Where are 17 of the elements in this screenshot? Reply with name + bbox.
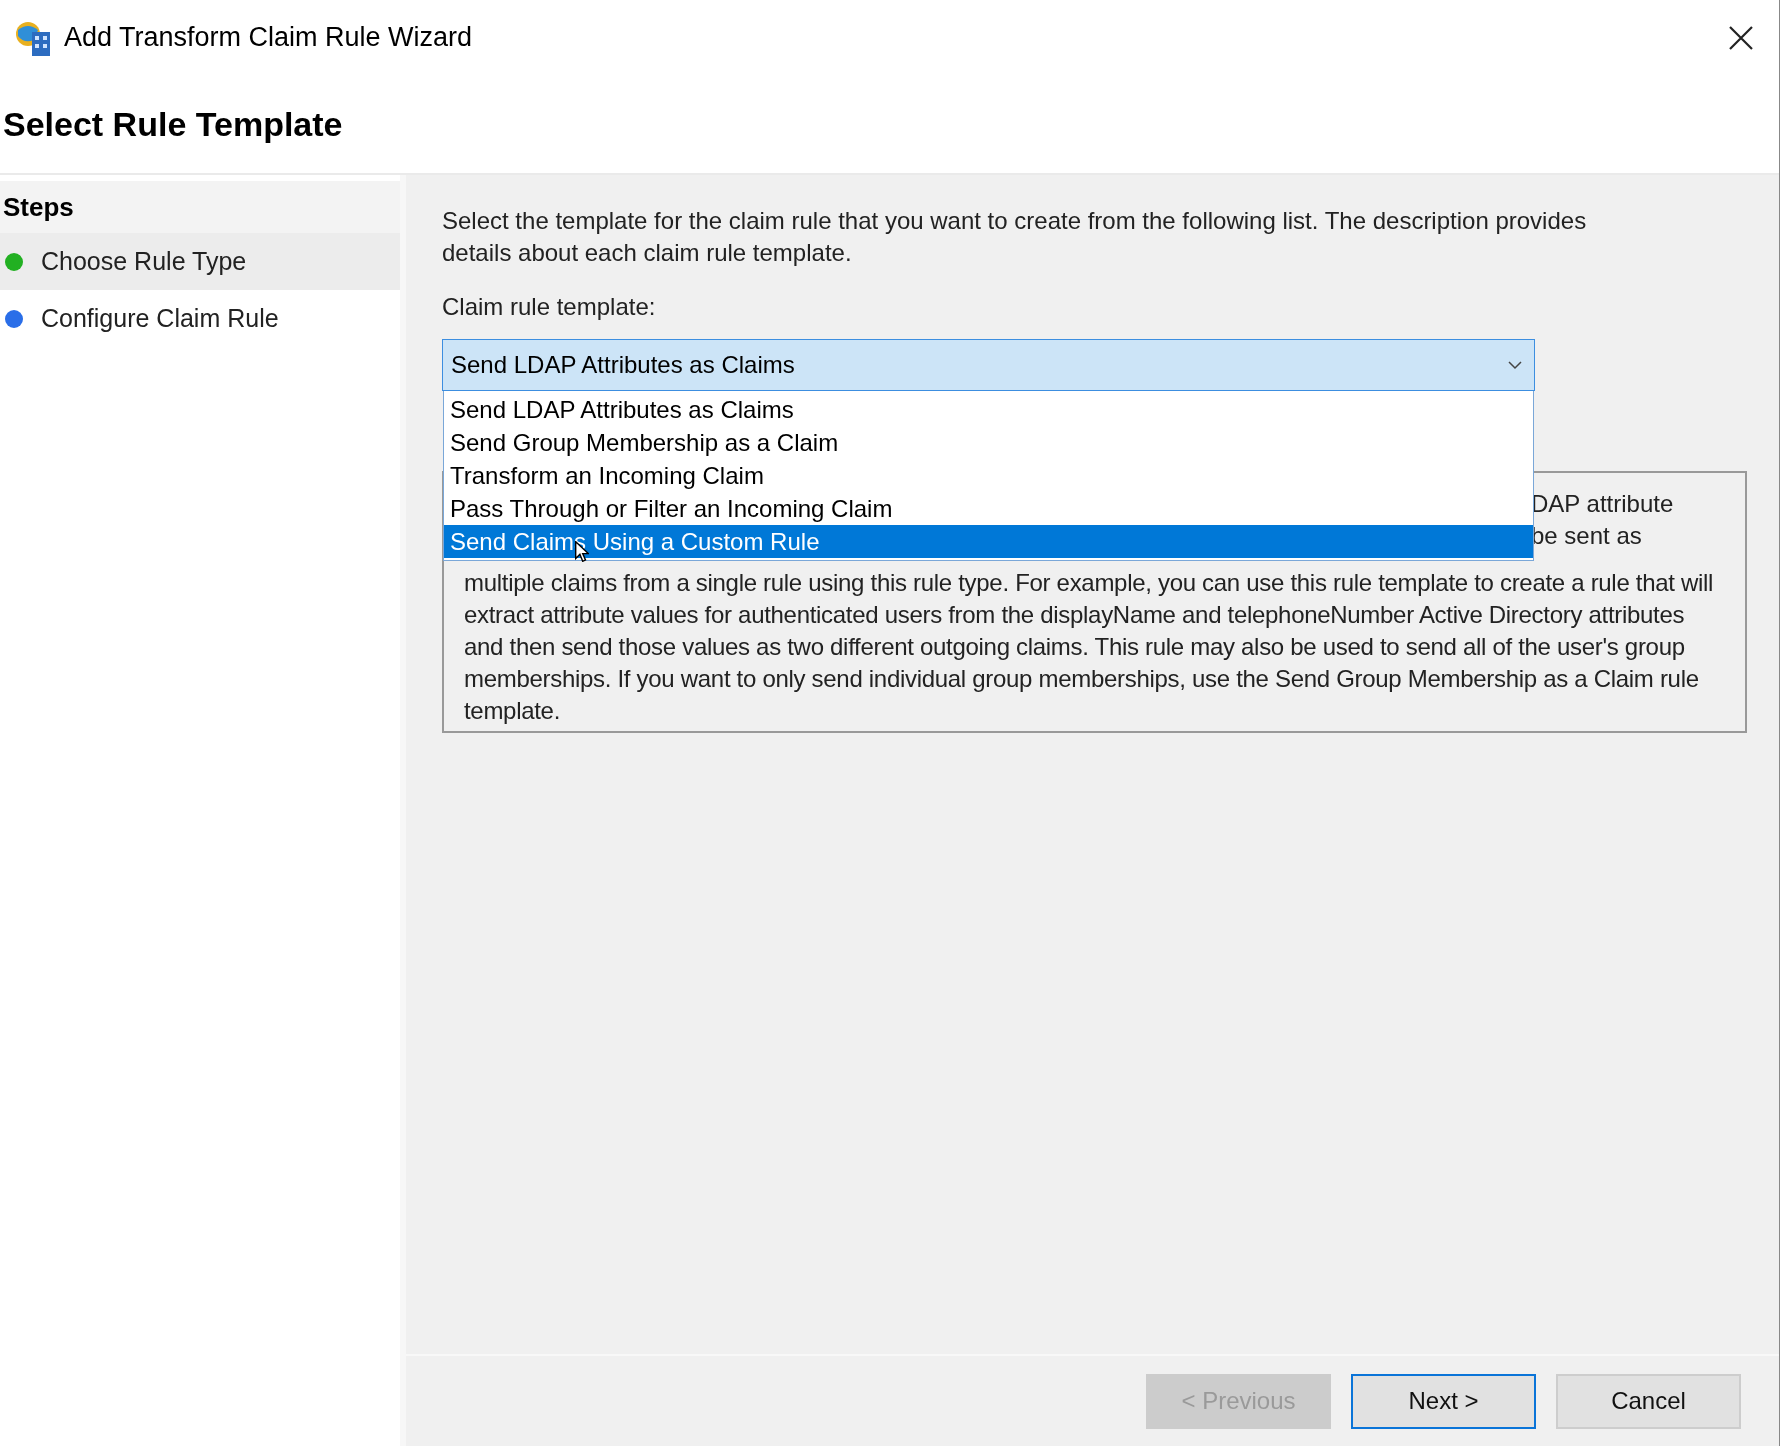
steps-header: Steps: [2, 190, 74, 224]
dialog-button[interactable]: Next >: [1351, 1373, 1536, 1429]
chevron-icon: [1508, 360, 1522, 370]
dropdown-option[interactable]: Send Claims Using a Custom Rule: [444, 525, 1533, 558]
dropdown-option[interactable]: Pass Through or Filter an Incoming Claim: [444, 492, 1533, 525]
intro-text: Select the template for the claim rule that you want to create from the following list. The description provides details about each claim rule template.: [442, 206, 1588, 268]
dialog-button[interactable]: Cancel: [1556, 1373, 1741, 1429]
dropdown-option[interactable]: Send Group Membership as a Claim: [444, 426, 1533, 459]
description-text: multiple claims from a single rule using this rule type. For example, you can use this rule template to create a rule that will extract attribute values for authenticated users from the displayName and telephoneNumber Active Directory attributes and then send those values as two different outgoing claims. This rule may also be used to send all of the user's group memberships. If you want to only send individual group memberships, use the Send Group Membership as a Claim rule template.: [464, 568, 1715, 726]
template-dropdown[interactable]: Send LDAP Attributes as Claims: [442, 339, 1535, 391]
dropdown-option[interactable]: Send LDAP Attributes as Claims: [444, 393, 1533, 426]
close-icon: [1728, 24, 1754, 51]
field-label: Claim rule template:: [442, 292, 657, 322]
step-item: Choose Rule Type: [0, 233, 400, 290]
window-title: Add Transform Claim Rule Wizard: [64, 21, 473, 55]
dropdown-option[interactable]: Transform an Incoming Claim: [444, 459, 1533, 492]
page-heading: Select Rule Template: [2, 103, 343, 145]
